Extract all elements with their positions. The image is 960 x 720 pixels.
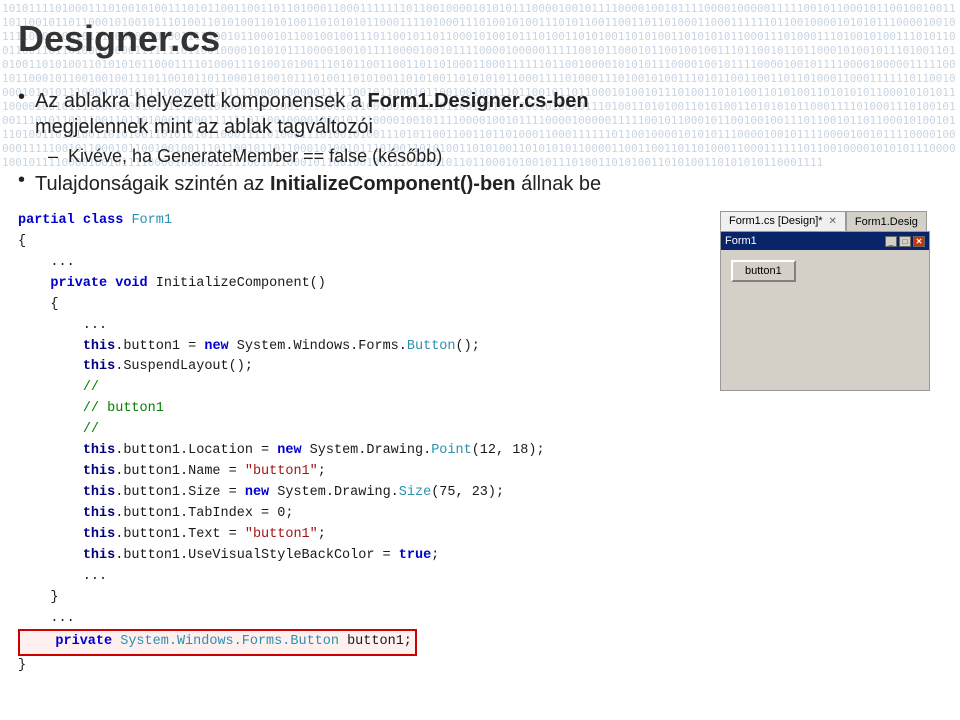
bullet-item-2: • Tulajdonságaik szintén az InitializeCo… (18, 171, 930, 197)
maximize-icon: □ (903, 237, 908, 246)
code-line-11: // (18, 420, 700, 441)
bullet-section: • Az ablakra helyezett komponensek a For… (18, 88, 930, 197)
vs-designer-panel: Form1.cs [Design]* ✕ Form1.Desig Form1 _… (720, 211, 930, 391)
vs-tab-design-label: Form1.cs [Design]* (729, 215, 823, 227)
code-line-14: this.button1.Size = new System.Drawing.S… (18, 483, 700, 504)
code-line-17: this.button1.UseVisualStyleBackColor = t… (18, 546, 700, 567)
bullet-item-1: • Az ablakra helyezett komponensek a For… (18, 88, 930, 140)
code-area: partial class Form1 { ... private void I… (18, 211, 930, 677)
content-area: Designer.cs • Az ablakra helyezett kompo… (0, 0, 960, 695)
vs-tab-close-icon[interactable]: ✕ (829, 216, 837, 227)
code-line-19: } (18, 588, 700, 609)
code-line-highlighted: private System.Windows.Forms.Button butt… (18, 629, 700, 656)
vs-form-title: Form1 (725, 235, 757, 247)
bullet-icon-2: • (18, 169, 25, 192)
bullet-text-1: Az ablakra helyezett komponensek a Form1… (35, 88, 589, 140)
code-line-3: ... (18, 253, 700, 274)
vs-form-button1[interactable]: button1 (731, 260, 796, 282)
close-icon: ✕ (916, 237, 923, 246)
sub-bullet-text-1: Kivéve, ha GenerateMember == false (késő… (68, 146, 442, 167)
maximize-button[interactable]: □ (899, 236, 911, 247)
code-line-16: this.button1.Text = "button1"; (18, 525, 700, 546)
code-line-12: this.button1.Location = new System.Drawi… (18, 441, 700, 462)
code-line-8: this.SuspendLayout(); (18, 357, 700, 378)
minimize-button[interactable]: _ (885, 236, 897, 247)
minimize-icon: _ (889, 237, 893, 246)
sub-bullet-dash-1: – (48, 146, 58, 167)
close-button[interactable]: ✕ (913, 236, 925, 247)
code-line-5: { (18, 295, 700, 316)
vs-tab-code[interactable]: Form1.Desig (846, 211, 927, 231)
code-line-4: private void InitializeComponent() (18, 274, 700, 295)
code-line-18: ... (18, 567, 700, 588)
vs-window-controls: _ □ ✕ (885, 236, 925, 247)
code-line-13: this.button1.Name = "button1"; (18, 462, 700, 483)
bullet-text-2: Tulajdonságaik szintén az InitializeComp… (35, 171, 601, 197)
code-line-2: { (18, 232, 700, 253)
code-line-7: this.button1 = new System.Windows.Forms.… (18, 337, 700, 358)
code-block: partial class Form1 { ... private void I… (18, 211, 700, 677)
code-line-9: // (18, 378, 700, 399)
vs-tabs-bar: Form1.cs [Design]* ✕ Form1.Desig (720, 211, 930, 231)
code-line-1: partial class Form1 (18, 211, 700, 232)
code-line-6: ... (18, 316, 700, 337)
code-line-15: this.button1.TabIndex = 0; (18, 504, 700, 525)
vs-form-body: button1 (721, 250, 929, 390)
vs-tab-code-label: Form1.Desig (855, 216, 918, 228)
vs-form-container: Form1 _ □ ✕ button1 (720, 231, 930, 391)
page-title: Designer.cs (18, 18, 930, 60)
code-line-22: } (18, 656, 700, 677)
code-line-20: ... (18, 609, 700, 630)
vs-form-titlebar: Form1 _ □ ✕ (721, 232, 929, 250)
bullet-icon-1: • (18, 86, 25, 109)
vs-tab-design[interactable]: Form1.cs [Design]* ✕ (720, 211, 846, 231)
sub-bullet-1: – Kivéve, ha GenerateMember == false (ké… (48, 146, 930, 167)
code-line-10: // button1 (18, 399, 700, 420)
